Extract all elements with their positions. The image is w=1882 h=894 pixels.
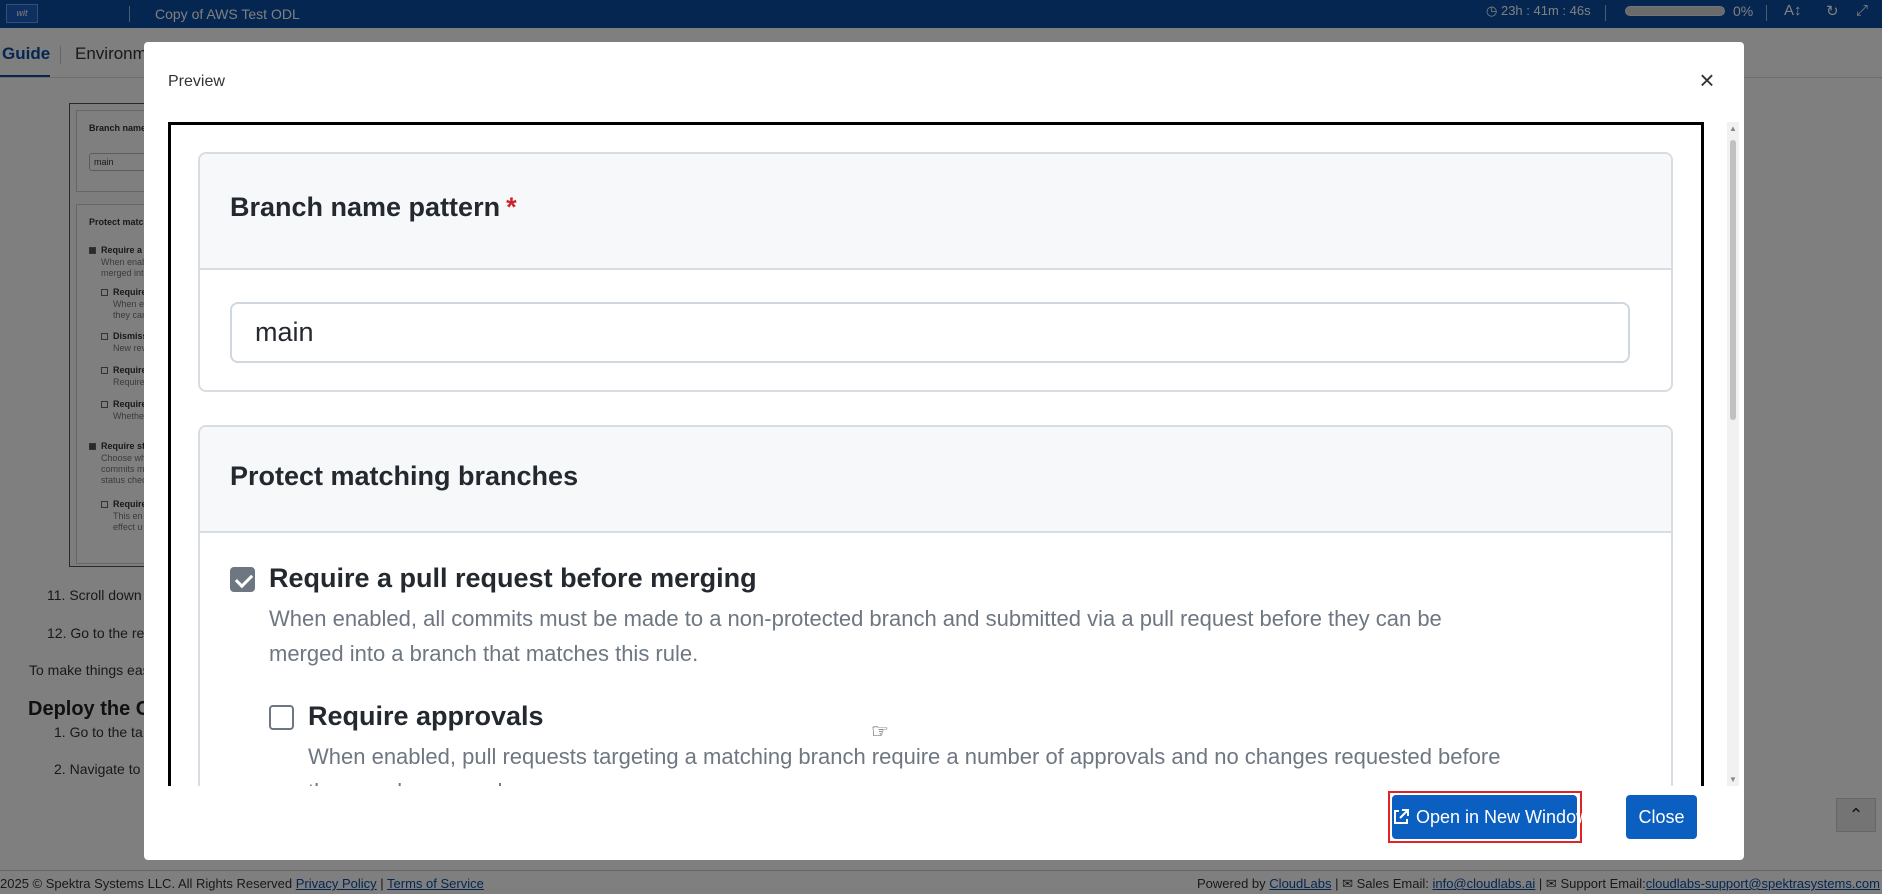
desc-line: merged into a branch that matches this r… <box>269 641 699 666</box>
modal-title: Preview <box>168 73 225 90</box>
desc-line: When enabled, pull requests targeting a … <box>308 744 1501 769</box>
scroll-up-arrow[interactable]: ▲ <box>1729 124 1737 133</box>
protect-branches-heading: Protect matching branches <box>230 461 579 491</box>
require-approvals-label: Require approvals <box>308 701 544 731</box>
mouse-cursor: ☞ <box>871 721 889 743</box>
require-pr-description: When enabled, all commits must be made t… <box>269 601 1639 671</box>
card-header: Protect matching branches <box>200 427 1671 533</box>
require-pr-label: Require a pull request before merging <box>269 563 757 593</box>
protect-branches-card: Protect matching branches Require a pull… <box>198 425 1673 786</box>
branch-pattern-card: Branch name pattern * <box>198 152 1673 392</box>
card-header: Branch name pattern * <box>200 154 1671 270</box>
close-icon[interactable]: × <box>1692 66 1722 96</box>
preview-scrollbar[interactable]: ▲ ▼ <box>1727 122 1739 786</box>
preview-modal: Preview × Branch name pattern* Protect m… <box>144 42 1744 860</box>
desc-line: When enabled, all commits must be made t… <box>269 606 1442 631</box>
branch-pattern-heading: Branch name pattern * <box>230 192 517 223</box>
require-approvals-description: When enabled, pull requests targeting a … <box>308 739 1671 786</box>
required-marker: * <box>506 192 517 222</box>
require-approvals-checkbox[interactable] <box>269 705 294 730</box>
branch-pattern-input[interactable] <box>230 302 1630 363</box>
scroll-down-arrow[interactable]: ▼ <box>1729 775 1737 784</box>
external-link-icon <box>1394 808 1409 824</box>
open-in-new-window-button[interactable]: Open in New Window <box>1392 795 1589 839</box>
scrollbar-thumb[interactable] <box>1730 140 1736 420</box>
require-pr-checkbox[interactable] <box>230 567 255 592</box>
preview-content[interactable]: Branch name pattern* Protect matching br… <box>168 122 1704 786</box>
desc-line: they can be merged. <box>308 774 1671 786</box>
close-button[interactable]: Close <box>1626 795 1697 839</box>
heading-text: Branch name pattern <box>230 192 501 222</box>
open-button-label: Open in New Window <box>1416 807 1590 827</box>
